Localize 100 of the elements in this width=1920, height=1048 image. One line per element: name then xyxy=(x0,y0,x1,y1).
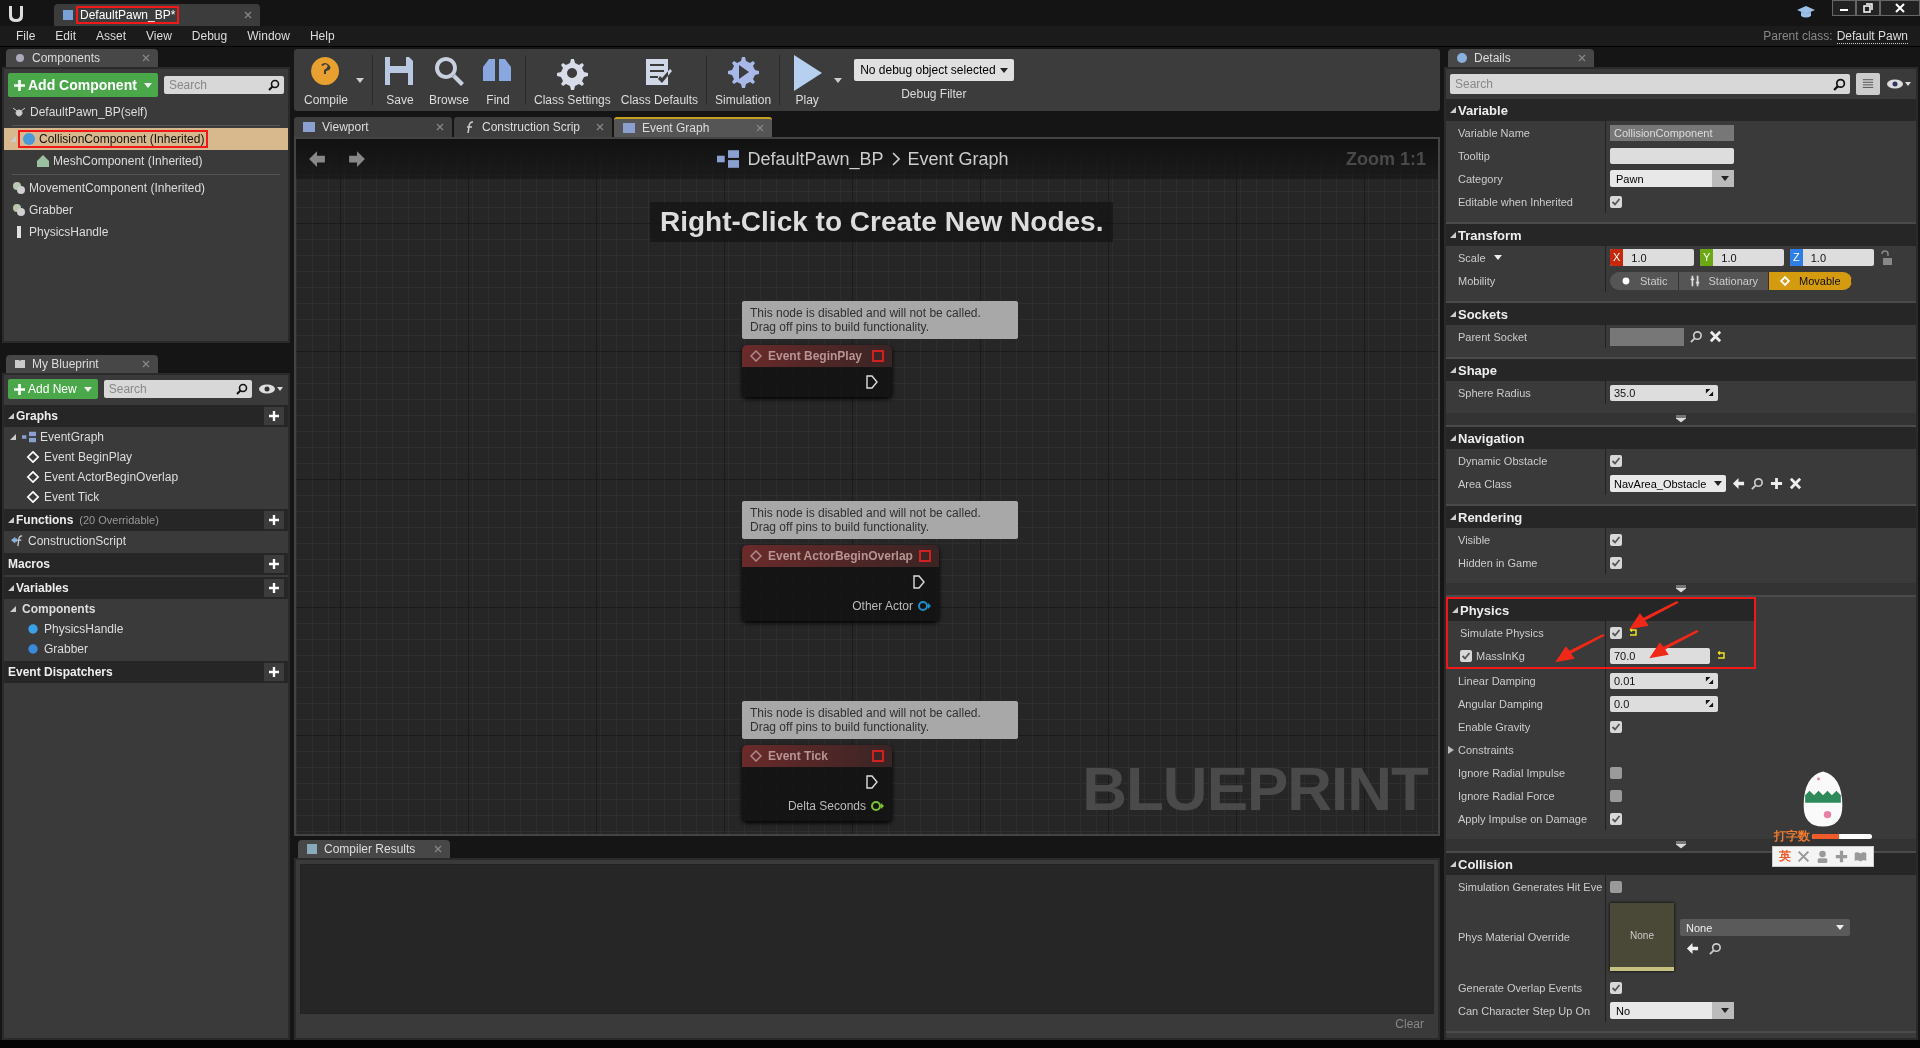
tools-icon[interactable] xyxy=(1797,850,1810,863)
add-button[interactable] xyxy=(264,663,284,681)
menu-item[interactable]: Edit xyxy=(45,29,87,43)
debug-object-dropdown[interactable]: No debug object selected xyxy=(854,59,1014,81)
component-item[interactable]: MeshComponent (Inherited) xyxy=(4,150,288,172)
tree-item[interactable]: EventGraph xyxy=(40,430,105,444)
search-field[interactable]: Search xyxy=(1450,74,1850,94)
document-tab[interactable]: DefaultPawn_BP* xyxy=(54,4,260,26)
checkbox[interactable] xyxy=(1610,789,1622,802)
reset-icon[interactable] xyxy=(1716,650,1726,661)
component-item[interactable]: PhysicsHandle xyxy=(4,221,288,243)
editor-tab[interactable]: Construction Scrip xyxy=(454,117,612,137)
restore-button[interactable] xyxy=(1856,0,1880,16)
tree-item[interactable]: Event ActorBeginOverlap xyxy=(44,470,179,484)
search-field[interactable]: Search xyxy=(163,76,284,94)
section-header[interactable]: Transform xyxy=(1458,227,1522,243)
back-arrow-icon[interactable] xyxy=(308,150,326,168)
spinner-icon[interactable] xyxy=(1705,676,1714,685)
list-view-button[interactable] xyxy=(1856,73,1880,95)
expand-arrow-icon[interactable] xyxy=(1450,435,1456,441)
add-button[interactable] xyxy=(264,579,284,597)
section-header[interactable]: Navigation xyxy=(1458,430,1525,446)
tree-item[interactable]: Event BeginPlay xyxy=(44,450,133,464)
pin-icon[interactable] xyxy=(870,800,884,812)
expand-arrow-icon[interactable] xyxy=(1450,232,1456,238)
menu-item[interactable]: Asset xyxy=(86,29,137,43)
expand-arrow-icon[interactable] xyxy=(1450,107,1456,113)
number-field[interactable]: 0.01 xyxy=(1610,672,1718,689)
toolbar-button[interactable]: Class Settings xyxy=(530,51,615,109)
menu-item[interactable]: File xyxy=(6,29,46,43)
arrow-left-icon[interactable] xyxy=(1732,477,1746,490)
expand-arrow-icon[interactable] xyxy=(1450,311,1456,317)
vector-field[interactable]: X 1.0 xyxy=(1610,249,1694,266)
close-icon[interactable] xyxy=(244,11,252,19)
section-header[interactable]: Sockets xyxy=(1458,306,1508,322)
vector-field[interactable]: Z 1.0 xyxy=(1790,249,1874,266)
graduation-cap-icon[interactable] xyxy=(1796,4,1816,20)
close-icon[interactable] xyxy=(142,54,150,62)
close-button[interactable] xyxy=(1880,0,1920,16)
toolbar-button[interactable]: Save xyxy=(377,51,423,109)
search-field[interactable]: Search xyxy=(103,380,252,398)
number-field[interactable]: 0.0 xyxy=(1610,695,1718,712)
toolbar-button[interactable]: Class Defaults xyxy=(616,51,703,109)
event-node[interactable]: Event ActorBeginOverlap Other Actor xyxy=(742,545,939,621)
checkbox[interactable] xyxy=(1610,766,1622,779)
tree-item[interactable]: DefaultPawn_BP(self) xyxy=(30,105,148,119)
section-header[interactable]: Shape xyxy=(1458,362,1497,378)
section-header[interactable]: Collision xyxy=(1458,856,1513,872)
minimize-button[interactable] xyxy=(1832,0,1856,16)
caret-icon[interactable] xyxy=(834,77,843,83)
checkbox[interactable] xyxy=(1610,626,1622,639)
section-header[interactable]: Variables xyxy=(16,581,69,595)
section-header[interactable]: Macros xyxy=(8,557,51,571)
spinner-icon[interactable] xyxy=(1705,388,1714,397)
caret-icon[interactable] xyxy=(356,77,364,83)
breadcrumb-item[interactable]: Event Graph xyxy=(907,148,1009,170)
spinner-icon[interactable] xyxy=(1705,699,1714,708)
panel-tab[interactable]: Components xyxy=(6,49,158,67)
section-header[interactable]: Graphs xyxy=(16,409,58,423)
expander-icon[interactable] xyxy=(1448,745,1454,754)
close-icon[interactable] xyxy=(436,123,444,131)
close-icon[interactable] xyxy=(434,845,442,853)
search-icon[interactable] xyxy=(1690,330,1703,343)
expand-arrow-icon[interactable] xyxy=(8,585,14,591)
tooltip-field[interactable] xyxy=(1610,147,1734,164)
number-field[interactable]: 70.0 xyxy=(1610,647,1710,664)
search-icon[interactable] xyxy=(1751,477,1765,490)
section-header[interactable]: Variable xyxy=(1458,102,1508,118)
component-item[interactable]: MovementComponent (Inherited) xyxy=(4,177,288,199)
event-node[interactable]: Event BeginPlay xyxy=(742,345,892,397)
tree-item[interactable]: ConstructionScript xyxy=(28,534,127,548)
exec-pin-icon[interactable] xyxy=(912,575,925,589)
pin-icon[interactable] xyxy=(916,600,931,612)
checkbox[interactable] xyxy=(1610,556,1622,569)
forward-arrow-icon[interactable] xyxy=(348,150,366,168)
editor-tab[interactable]: Viewport xyxy=(294,117,452,137)
toolbar-button[interactable]: Simulation xyxy=(711,51,776,109)
tree-item[interactable]: Grabber xyxy=(44,642,89,656)
expand-arrow-icon[interactable] xyxy=(1450,514,1456,520)
vector-field[interactable]: Y 1.0 xyxy=(1700,249,1784,266)
checkbox[interactable] xyxy=(1610,812,1622,825)
eye-icon[interactable] xyxy=(258,383,284,395)
add-button[interactable] xyxy=(264,511,284,529)
checkbox[interactable] xyxy=(1610,533,1622,546)
dropdown[interactable]: Pawn xyxy=(1610,170,1734,187)
reset-icon[interactable] xyxy=(1628,627,1638,638)
parent-class-link[interactable]: Default Pawn xyxy=(1836,28,1908,44)
checkbox[interactable] xyxy=(1610,981,1622,994)
person-icon[interactable] xyxy=(1816,850,1829,863)
checkbox[interactable] xyxy=(1460,649,1472,662)
toolbar-button[interactable]: Find xyxy=(475,51,522,109)
expand-arrow-icon[interactable] xyxy=(8,517,14,523)
checkbox[interactable] xyxy=(1610,880,1622,893)
checkbox[interactable] xyxy=(1610,195,1622,208)
tree-item[interactable]: Event Tick xyxy=(44,490,100,504)
event-node[interactable]: Event Tick Delta Seconds xyxy=(742,745,892,821)
section-header[interactable]: Physics xyxy=(1460,602,1510,618)
section-header[interactable]: Event Dispatchers xyxy=(8,665,113,679)
clear-icon[interactable] xyxy=(1789,477,1803,490)
menu-item[interactable]: Help xyxy=(299,29,345,43)
